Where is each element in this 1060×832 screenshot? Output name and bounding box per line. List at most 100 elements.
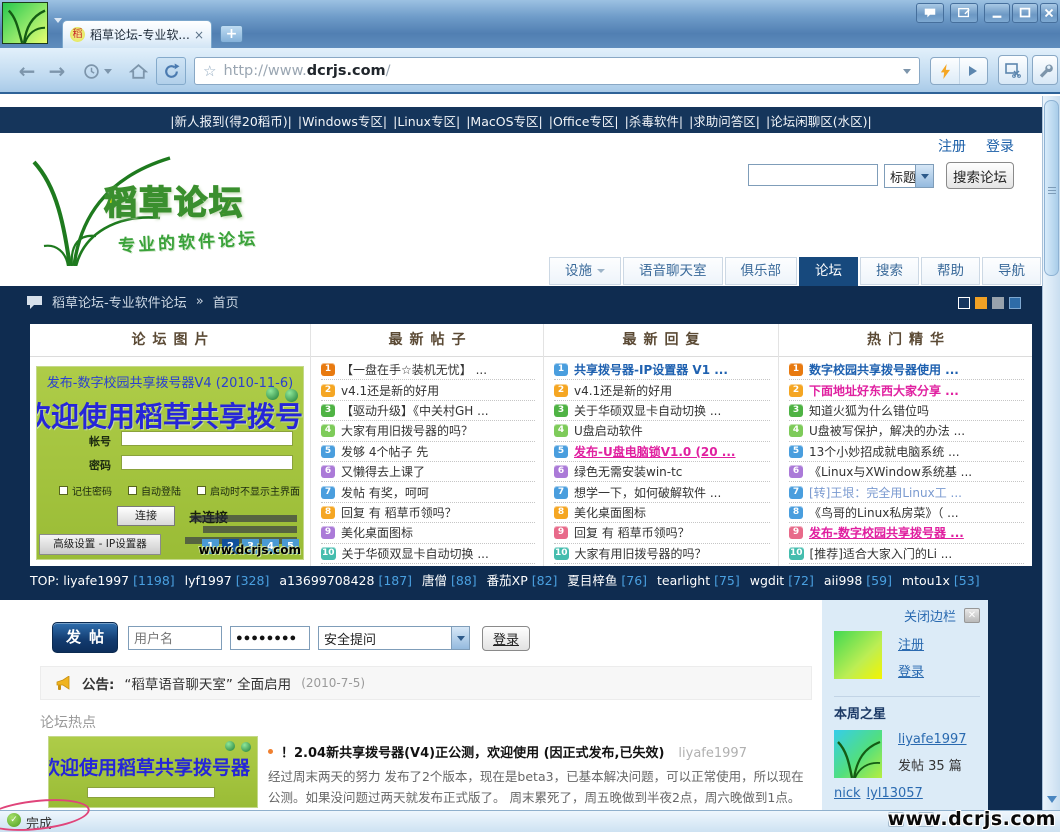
nick-link[interactable]: nick — [834, 786, 861, 801]
top-poster-name[interactable]: wgdit — [746, 573, 788, 588]
topic-link[interactable]: 《鸟哥的Linux私房菜》（ ... — [809, 504, 959, 521]
tab-close-icon[interactable]: × — [194, 28, 204, 42]
board-list-item[interactable]: 7[转]王垠：完全用Linux工 ... — [789, 482, 1024, 502]
top-poster[interactable]: aii998 [59] — [820, 573, 892, 588]
announcement-text[interactable]: “稻草语音聊天室” 全面启用 — [124, 673, 291, 693]
board-list-item[interactable]: 8回复 有 稻草币领吗？ — [321, 503, 535, 523]
topic-link[interactable]: 绿色无需安装win-tc — [574, 463, 682, 480]
username-input[interactable] — [128, 626, 222, 650]
top-poster[interactable]: lyf1997 [328] — [181, 573, 270, 588]
top-poster[interactable]: wgdit [72] — [746, 573, 814, 588]
topic-link[interactable]: U盘启动软件 — [574, 422, 643, 439]
url-text[interactable]: http://www.dcrjs.com/ — [223, 63, 896, 79]
top-poster[interactable]: mtou1x [53] — [898, 573, 980, 588]
board-list-item[interactable]: 5发布-U盘电脑锁V1.0 (20 ... — [554, 442, 770, 462]
nick-value-link[interactable]: lyl13057 — [867, 786, 923, 801]
top-poster-name[interactable]: a13699708428 — [275, 573, 378, 588]
slideshow-caption[interactable]: 发布-数字校园共享拨号器V4 (2010-11-6) — [37, 372, 303, 391]
board-list-item[interactable]: 3【驱动升级】《中关村GH ... — [321, 401, 535, 421]
sidebar-register-link[interactable]: 注册 — [898, 634, 924, 653]
board-list-item[interactable]: 6又懒得去上课了 — [321, 462, 535, 482]
board-list-item[interactable]: 2下面地址好东西大家分享 ... — [789, 380, 1024, 400]
style-square-orange[interactable] — [975, 297, 987, 309]
board-list-item[interactable]: 6《Linux与XWindow系统基 ... — [789, 462, 1024, 482]
sidebar-login-link[interactable]: 登录 — [898, 661, 924, 680]
topic-link[interactable]: 大家有用旧拨号器的吗？ — [575, 545, 707, 562]
forward-button[interactable]: → — [44, 57, 70, 85]
topnav-link[interactable]: |论坛闲聊区(水区)| — [766, 111, 872, 130]
topic-link[interactable]: 【一盘在手☆装机无忧】 ... — [341, 361, 487, 378]
new-tab-button[interactable]: + — [220, 25, 243, 43]
board-list-item[interactable]: 1数字校园共享拨号器使用 ... — [789, 360, 1024, 380]
maximize-button[interactable] — [1012, 3, 1038, 23]
topnav-link[interactable]: |求助问答区| — [689, 111, 760, 130]
topic-link[interactable]: 关于华硕双显卡自动切换 ... — [574, 402, 721, 419]
style-square-blue[interactable] — [1009, 297, 1021, 309]
topic-link[interactable]: v4.1还是新的好用 — [341, 382, 439, 399]
board-list-item[interactable]: 4U盘启动软件 — [554, 421, 770, 441]
scroll-down-button[interactable] — [1043, 790, 1060, 808]
topic-link[interactable]: 大家有用旧拨号器的吗？ — [341, 422, 473, 439]
board-list-item[interactable]: 6绿色无需安装win-tc — [554, 462, 770, 482]
top-poster-name[interactable]: lyf1997 — [181, 573, 236, 588]
top-poster-name[interactable]: mtou1x — [898, 573, 954, 588]
security-question-select[interactable]: 安全提问 — [318, 626, 470, 650]
login-link[interactable]: 登录 — [986, 136, 1014, 156]
top-poster-name[interactable]: 唐僧 — [418, 573, 451, 588]
board-list-item[interactable]: 4大家有用旧拨号器的吗？ — [321, 421, 535, 441]
topic-link[interactable]: 知道火狐为什么错位吗 — [809, 402, 929, 419]
tools-button[interactable] — [1032, 55, 1058, 85]
top-poster[interactable]: 唐僧 [88] — [418, 573, 477, 588]
topnav-link[interactable]: |Office专区| — [549, 111, 619, 130]
topic-link[interactable]: 回复 有 稻草币领吗？ — [341, 504, 457, 521]
board-list-item[interactable]: 8美化桌面图标 — [554, 503, 770, 523]
topic-link[interactable]: 13个小妙招成就电脑系统 ... — [809, 443, 960, 460]
history-button[interactable] — [76, 57, 118, 85]
topic-link[interactable]: 发布-数字校园共享拨号器 ... — [809, 524, 964, 541]
announcement-bar[interactable]: 公告: “稻草语音聊天室” 全面启用 (2010-7-5) — [40, 666, 812, 700]
topic-link[interactable]: 想学一下，如何破解软件 ... — [574, 484, 721, 501]
login-button[interactable]: 登录 — [482, 626, 530, 651]
topic-link[interactable]: 美化桌面图标 — [574, 504, 646, 521]
top-poster-name[interactable]: 番茄XP — [483, 573, 532, 588]
breadcrumb-site[interactable]: 稻草论坛-专业软件论坛 — [52, 292, 187, 311]
topic-link[interactable]: [转]王垠：完全用Linux工 ... — [809, 484, 962, 501]
nav-tab-item[interactable]: 帮助 — [921, 257, 980, 285]
board-list-item[interactable]: 9美化桌面图标 — [321, 523, 535, 543]
board-list-item[interactable]: 4U盘被写保护，解决的办法 ... — [789, 421, 1024, 441]
chat-button[interactable] — [916, 3, 944, 23]
search-forum-button[interactable]: 搜索论坛 — [946, 162, 1014, 189]
topic-link[interactable]: 又懒得去上课了 — [341, 463, 425, 480]
style-square-gray[interactable] — [992, 297, 1004, 309]
register-link[interactable]: 注册 — [938, 136, 966, 156]
board-list-item[interactable]: 2v4.1还是新的好用 — [321, 380, 535, 400]
topic-link[interactable]: U盘被写保护，解决的办法 ... — [809, 422, 965, 439]
play-button[interactable] — [959, 58, 988, 84]
board-list-item[interactable]: 513个小妙招成就电脑系统 ... — [789, 442, 1024, 462]
topic-link[interactable]: 下面地址好东西大家分享 ... — [809, 382, 959, 399]
topic-link[interactable]: 发够 4个帖子 先 — [341, 443, 428, 460]
refresh-button[interactable] — [156, 57, 186, 85]
lightning-button[interactable] — [931, 58, 959, 84]
minimize-button[interactable] — [984, 3, 1010, 23]
bookmark-star-icon[interactable]: ☆ — [203, 62, 216, 80]
board-list-item[interactable]: 1共享拨号器-IP设置器 V1 ... — [554, 360, 770, 380]
style-square-navy[interactable] — [958, 297, 970, 309]
hot-topic-title[interactable]: ！2.04新共享拨号器(V4)正公测，欢迎使用 (因正式发布,已失效) — [281, 746, 664, 761]
topic-link[interactable]: 美化桌面图标 — [341, 524, 413, 541]
board-list-item[interactable]: 8《鸟哥的Linux私房菜》（ ... — [789, 503, 1024, 523]
search-category-select[interactable]: 标题 — [884, 164, 934, 188]
topic-link[interactable]: 《Linux与XWindow系统基 ... — [809, 463, 972, 480]
topnav-link[interactable]: |新人报到(得20稻币)| — [170, 111, 292, 130]
close-button[interactable] — [1040, 3, 1058, 23]
topnav-link[interactable]: |MacOS专区| — [466, 111, 543, 130]
url-dropdown-caret[interactable] — [903, 69, 911, 74]
nav-tab-item[interactable]: 语音聊天室 — [623, 257, 723, 285]
nav-tab-item[interactable]: 俱乐部 — [725, 257, 798, 285]
hot-topic-image[interactable]: 欢迎使用稻草共享拨号器 — [48, 736, 258, 808]
board-list-item[interactable]: 7想学一下，如何破解软件 ... — [554, 482, 770, 502]
search-input[interactable] — [748, 164, 878, 186]
forum-picture-slideshow[interactable]: 发布-数字校园共享拨号器V4 (2010-11-6) 欢迎使用稻草共享拨号器 帐… — [36, 366, 304, 560]
top-poster[interactable]: 番茄XP [82] — [483, 573, 558, 588]
top-poster[interactable]: tearlight [75] — [653, 573, 740, 588]
